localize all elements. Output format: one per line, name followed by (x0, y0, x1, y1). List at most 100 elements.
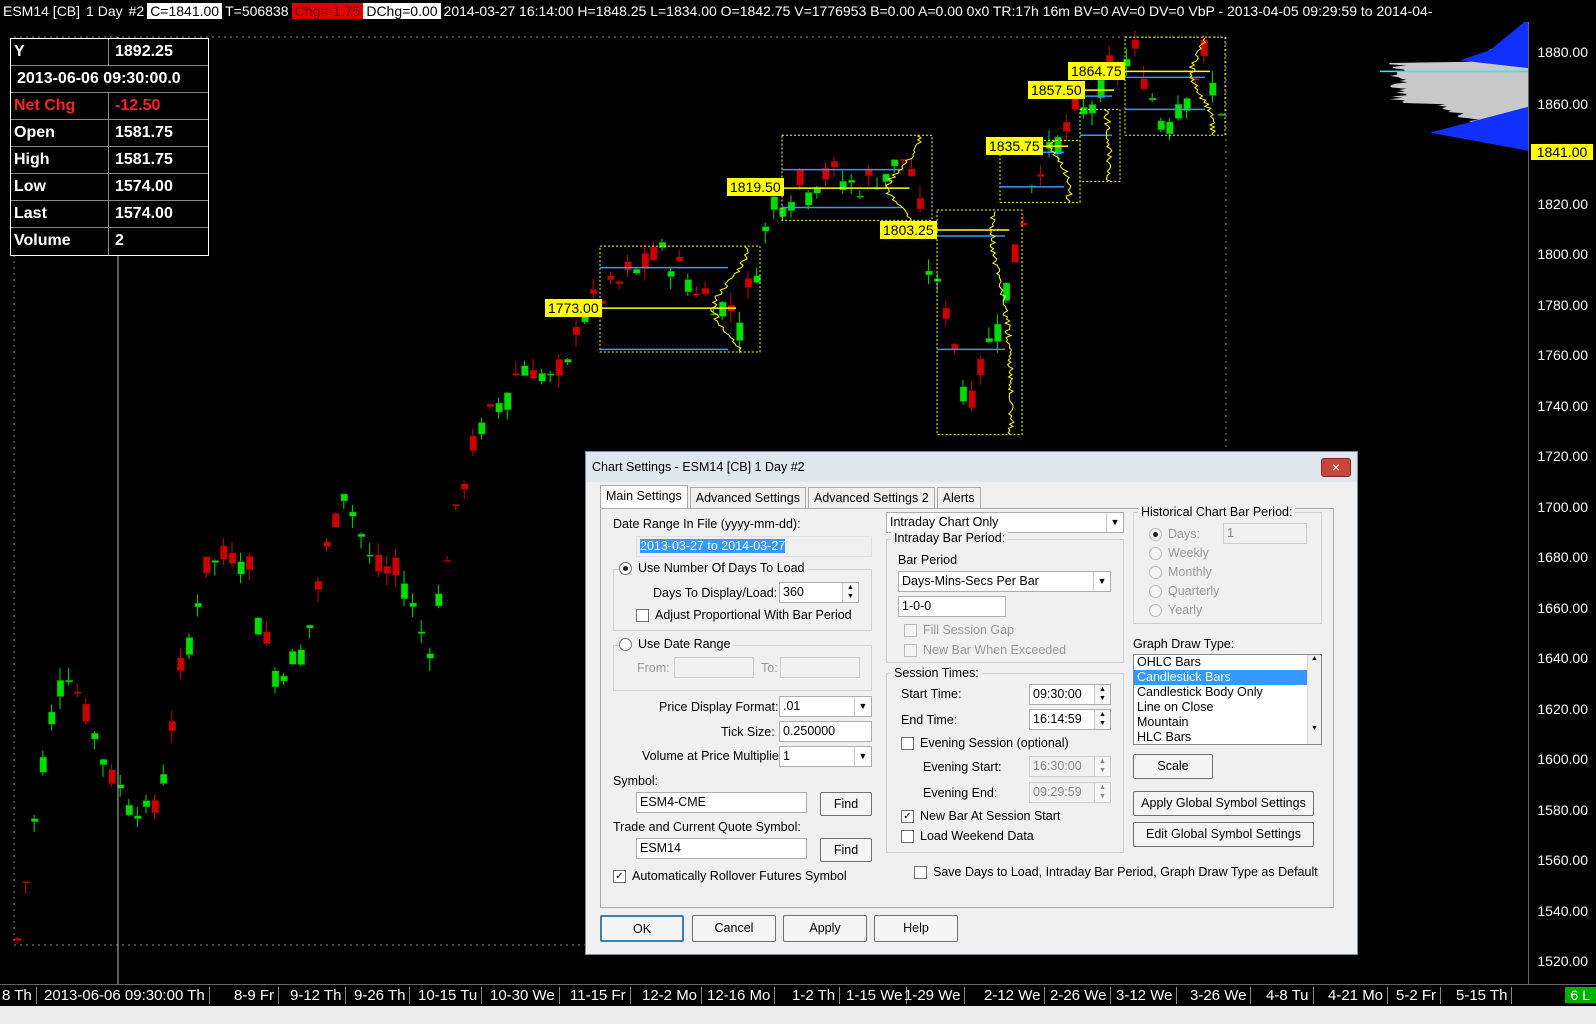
candle-body (675, 256, 684, 262)
close-icon[interactable]: × (1321, 457, 1351, 477)
candle-body (1200, 39, 1209, 57)
date-range-value[interactable]: 2013-03-27 to 2014-03-27 (640, 539, 786, 553)
price-tick: 1740.00 (1537, 398, 1588, 414)
bar-period-select[interactable]: Days-Mins-Secs Per Bar ▼ (898, 571, 1111, 592)
candle-body (693, 293, 701, 296)
days-label: Days To Display/Load: (653, 586, 778, 600)
hist-weekly-label: Weekly (1168, 546, 1209, 560)
use-days-radio[interactable]: Use Number Of Days To Load (619, 561, 808, 575)
spinner-icon[interactable]: ▲ ▼ (1094, 710, 1110, 729)
apply-global-button[interactable]: Apply Global Symbol Settings (1133, 791, 1314, 816)
time-tick: 12-16 Mo (707, 987, 776, 1004)
price-tick: 1700.00 (1537, 499, 1588, 515)
listbox-scrollbar[interactable]: ▲ ▼ (1307, 655, 1321, 744)
adjust-checkbox[interactable]: Adjust Proportional With Bar Period (636, 608, 852, 622)
to-input[interactable] (780, 657, 860, 678)
weekend-checkbox[interactable]: Load Weekend Data (901, 829, 1034, 843)
candle-body (65, 679, 73, 683)
scale-button[interactable]: Scale (1133, 754, 1213, 779)
graph-type-listbox[interactable]: OHLC Bars Candlestick Bars Candlestick B… (1133, 654, 1322, 745)
bar-period-input[interactable]: 1-0-0 (898, 596, 1006, 617)
graph-type-item[interactable]: Mountain (1134, 715, 1321, 730)
vap-select[interactable]: 1 ▼ (779, 746, 872, 767)
evening-session-checkbox[interactable]: Evening Session (optional) (901, 736, 1069, 750)
candle-body (1140, 78, 1148, 90)
candle-body (521, 365, 529, 376)
ok-button[interactable]: OK (600, 915, 684, 942)
use-date-range-radio[interactable]: Use Date Range (619, 637, 734, 651)
tab-alerts[interactable]: Alerts (936, 487, 981, 509)
candle-body (297, 649, 306, 665)
price-tick: 1560.00 (1537, 852, 1588, 868)
candle-body (512, 373, 521, 376)
find-trade-symbol-button[interactable]: Find (820, 838, 872, 862)
save-default-checkbox[interactable]: Save Days to Load, Intraday Bar Period, … (914, 865, 1318, 879)
price-tick: 1680.00 (1537, 549, 1588, 565)
trade-symbol-input[interactable]: ESM14 (636, 838, 807, 859)
candle-body (202, 556, 211, 574)
price-tick: 1620.00 (1537, 701, 1588, 717)
spinner-icon[interactable]: ▲ ▼ (1094, 783, 1110, 802)
cancel-button[interactable]: Cancel (692, 915, 776, 942)
from-label: From: (637, 661, 670, 675)
candle-body (572, 326, 581, 336)
candle-body (220, 545, 228, 560)
candle-body (770, 196, 779, 210)
new-bar-session-checkbox[interactable]: ✓ New Bar At Session Start (901, 809, 1060, 823)
new-bar-exceeded-checkbox[interactable]: New Bar When Exceeded (904, 643, 1066, 657)
candle-body (185, 637, 194, 655)
rollover-checkbox[interactable]: ✓ Automatically Rollover Futures Symbol (613, 869, 847, 883)
graph-type-item[interactable]: HLC Bars (1134, 730, 1321, 744)
spinner-icon[interactable]: ▲ ▼ (1094, 757, 1110, 776)
evening-end-input[interactable]: 09:29:59 ▲ ▼ (1029, 782, 1111, 803)
hist-quarterly-radio[interactable]: Quarterly (1149, 584, 1219, 598)
dialog-titlebar[interactable]: Chart Settings - ESM14 [CB] 1 Day #2 × (586, 452, 1357, 482)
volume-value: 2 (115, 232, 124, 249)
candle-body (546, 373, 555, 376)
tab-advanced-settings[interactable]: Advanced Settings (689, 487, 806, 509)
evening-start-input[interactable]: 16:30:00 ▲ ▼ (1029, 756, 1111, 777)
daily-change-value: DChg=0.00 (363, 3, 441, 19)
graph-type-item[interactable]: Candlestick Body Only (1134, 685, 1321, 700)
candle-body (151, 800, 159, 813)
apply-button[interactable]: Apply (783, 915, 867, 942)
help-button[interactable]: Help (874, 915, 958, 942)
candle-body (82, 703, 91, 722)
edit-global-button[interactable]: Edit Global Symbol Settings (1133, 822, 1314, 847)
spinner-icon[interactable]: ▲ ▼ (842, 583, 858, 602)
spinner-icon[interactable]: ▲ ▼ (1094, 685, 1110, 704)
candle-body (357, 533, 366, 538)
to-label: To: (761, 661, 778, 675)
graph-type-item[interactable]: Line on Close (1134, 700, 1321, 715)
price-format-select[interactable]: .01 ▼ (779, 696, 872, 717)
graph-type-item[interactable]: Candlestick Bars (1134, 670, 1321, 685)
low-label: Low (11, 174, 109, 200)
from-input[interactable] (674, 657, 754, 678)
tab-advanced-settings-2[interactable]: Advanced Settings 2 (807, 487, 935, 509)
candle-body (779, 207, 787, 217)
time-axis[interactable]: 6 L 8 Th 2013-06-06 09:30:00 Th 8-9 Fr 9-12… (0, 984, 1596, 1006)
hist-days-radio[interactable]: Days: (1149, 527, 1200, 541)
find-symbol-button[interactable]: Find (820, 792, 872, 816)
end-time-input[interactable]: 16:14:59 ▲ ▼ (1029, 709, 1111, 730)
candle-body (1217, 113, 1226, 116)
graph-type-item[interactable]: OHLC Bars (1134, 655, 1321, 670)
date-range-label: Date Range In File (yyyy-mm-dd): (613, 517, 801, 531)
hist-days-input[interactable]: 1 (1223, 523, 1307, 544)
hist-weekly-radio[interactable]: Weekly (1149, 546, 1209, 560)
days-input[interactable]: 360 ▲ ▼ (779, 582, 859, 603)
chart-type-select[interactable]: Intraday Chart Only ▼ (886, 512, 1124, 533)
fill-gap-checkbox[interactable]: Fill Session Gap (904, 623, 1014, 637)
tick-size-input[interactable]: 0.250000 (779, 721, 872, 742)
candle-body (624, 261, 632, 271)
hist-monthly-radio[interactable]: Monthly (1149, 565, 1212, 579)
candle-body (607, 275, 615, 281)
y-value: 1892.25 (115, 43, 173, 60)
hist-yearly-radio[interactable]: Yearly (1149, 603, 1202, 617)
symbol-input[interactable]: ESM4-CME (636, 792, 807, 813)
candle-body (564, 358, 572, 363)
start-time-input[interactable]: 09:30:00 ▲ ▼ (1029, 684, 1111, 705)
evening-start-label: Evening Start: (923, 760, 1002, 774)
tab-main-settings[interactable]: Main Settings (600, 485, 688, 509)
price-axis[interactable]: 1880.00 1860.00 1841.00 1820.00 1800.00 1780.… (1528, 22, 1596, 984)
